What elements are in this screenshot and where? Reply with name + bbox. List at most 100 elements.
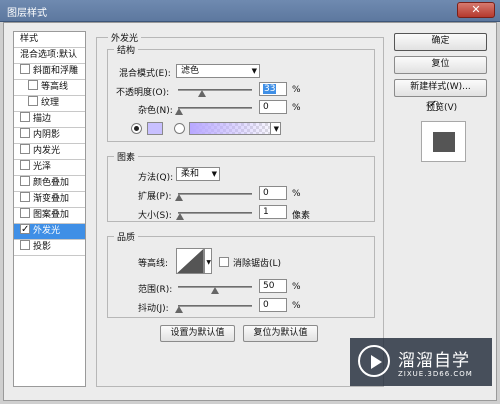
method-select[interactable]: 柔和 ▼	[176, 167, 220, 181]
checkbox[interactable]	[28, 80, 38, 90]
checkbox[interactable]	[20, 64, 30, 74]
style-item-drop-shadow[interactable]: 投影	[14, 240, 85, 256]
jitter-unit: %	[292, 301, 301, 311]
style-item-label: 内阴影	[33, 130, 61, 140]
style-item-gradient-overlay[interactable]: 渐变叠加	[14, 192, 85, 208]
spread-slider-thumb[interactable]	[175, 194, 183, 201]
styles-header[interactable]: 样式	[14, 32, 85, 48]
ok-button[interactable]: 确定	[394, 33, 487, 51]
range-slider-thumb[interactable]	[211, 287, 219, 294]
radio-dot	[134, 126, 139, 131]
spread-slider-track[interactable]	[178, 193, 252, 195]
range-value: 50	[263, 281, 275, 291]
checkbox[interactable]	[20, 176, 30, 186]
method-label: 方法(Q):	[138, 173, 174, 183]
jitter-slider-thumb[interactable]	[175, 306, 183, 313]
size-slider-track[interactable]	[178, 212, 252, 214]
opacity-label: 不透明度(O):	[116, 88, 170, 98]
opacity-unit: %	[292, 85, 301, 95]
style-item-label: 内发光	[33, 146, 61, 156]
opacity-slider-track[interactable]	[178, 89, 252, 91]
play-icon	[371, 355, 382, 369]
noise-value: 0	[263, 102, 269, 112]
checkbox[interactable]	[20, 208, 30, 218]
blend-mode-select[interactable]: 滤色 ▼	[176, 64, 260, 78]
antialias-checkbox[interactable]	[219, 257, 229, 267]
checkbox[interactable]	[20, 192, 30, 202]
noise-slider-thumb[interactable]	[175, 108, 183, 115]
chevron-down-icon: ▼	[273, 125, 279, 133]
range-unit: %	[292, 282, 301, 292]
gradient-dropdown[interactable]: ▼	[270, 122, 281, 135]
glow-color-swatch[interactable]	[147, 122, 163, 135]
close-button[interactable]: ✕	[457, 2, 495, 18]
range-input[interactable]: 50	[259, 279, 287, 293]
close-icon: ✕	[471, 3, 481, 16]
style-item-texture[interactable]: 纹理	[14, 96, 85, 112]
jitter-input[interactable]: 0	[259, 298, 287, 312]
style-item-bevel-emboss[interactable]: 斜面和浮雕	[14, 64, 85, 80]
size-input[interactable]: 1	[259, 205, 287, 219]
style-item-label: 纹理	[41, 98, 60, 108]
spread-unit: %	[292, 189, 301, 199]
style-item-color-overlay[interactable]: 颜色叠加	[14, 176, 85, 192]
antialias-label: 消除锯齿(L)	[233, 259, 282, 269]
opacity-slider-thumb[interactable]	[198, 90, 206, 97]
checkbox[interactable]	[28, 96, 38, 106]
chevron-down-icon: ▼	[251, 67, 257, 75]
range-label: 范围(R):	[138, 285, 173, 295]
style-item-contour[interactable]: 等高线	[14, 80, 85, 96]
contour-preview[interactable]	[176, 248, 204, 274]
chevron-down-icon: ▼	[211, 170, 217, 178]
styles-list: 样式 混合选项:默认 斜面和浮雕 等高线 纹理 描边 内阴影 内发光 光泽 颜色…	[13, 31, 86, 387]
size-label: 大小(S):	[138, 211, 172, 221]
structure-title: 结构	[114, 43, 139, 56]
checkbox[interactable]	[20, 128, 30, 138]
checkbox[interactable]	[20, 160, 30, 170]
set-default-button[interactable]: 设置为默认值	[160, 325, 235, 342]
glow-gradient-swatch[interactable]	[189, 122, 281, 135]
style-preview	[421, 121, 466, 162]
jitter-value: 0	[263, 300, 269, 310]
preview-label: 预览(V)	[426, 103, 458, 113]
style-item-outer-glow[interactable]: ✓ 外发光	[14, 224, 85, 240]
window-title: 图层样式	[7, 8, 47, 19]
noise-slider-track[interactable]	[178, 107, 252, 109]
size-value: 1	[263, 207, 269, 217]
reset-button[interactable]: 复位	[394, 56, 487, 74]
blend-mode-value: 滤色	[181, 66, 200, 76]
noise-input[interactable]: 0	[259, 100, 287, 114]
style-item-stroke[interactable]: 描边	[14, 112, 85, 128]
opacity-input[interactable]: 33	[259, 82, 287, 96]
checkbox[interactable]: ✓	[20, 224, 30, 235]
checkbox[interactable]	[20, 240, 30, 250]
color-radio[interactable]	[131, 123, 142, 134]
noise-label: 杂色(N):	[138, 106, 173, 116]
watermark: 溜溜自学 ZIXUE.3D66.COM	[350, 338, 492, 386]
gradient-radio[interactable]	[174, 123, 185, 134]
noise-unit: %	[292, 103, 301, 113]
style-item-inner-shadow[interactable]: 内阴影	[14, 128, 85, 144]
chevron-down-icon: ▼	[206, 259, 211, 266]
new-style-button[interactable]: 新建样式(W)...	[394, 79, 487, 97]
checkbox[interactable]	[20, 112, 30, 122]
spread-input[interactable]: 0	[259, 186, 287, 200]
quality-title: 品质	[114, 230, 139, 243]
style-item-label: 外发光	[33, 226, 61, 236]
size-slider-thumb[interactable]	[176, 213, 184, 220]
style-item-label: 投影	[33, 242, 52, 252]
style-item-inner-glow[interactable]: 内发光	[14, 144, 85, 160]
style-item-label: 渐变叠加	[33, 194, 70, 204]
jitter-slider-track[interactable]	[178, 305, 252, 307]
reset-default-button[interactable]: 复位为默认值	[243, 325, 318, 342]
spread-label: 扩展(P):	[138, 192, 172, 202]
checkbox[interactable]	[20, 144, 30, 154]
style-item-label: 光泽	[33, 162, 52, 172]
blend-options-item[interactable]: 混合选项:默认	[14, 48, 85, 64]
style-item-satin[interactable]: 光泽	[14, 160, 85, 176]
style-item-label: 等高线	[41, 82, 69, 92]
jitter-label: 抖动(J):	[138, 304, 169, 314]
method-value: 柔和	[181, 169, 200, 179]
watermark-brand: 溜溜自学	[398, 351, 470, 371]
contour-dropdown[interactable]: ▼	[204, 248, 212, 274]
